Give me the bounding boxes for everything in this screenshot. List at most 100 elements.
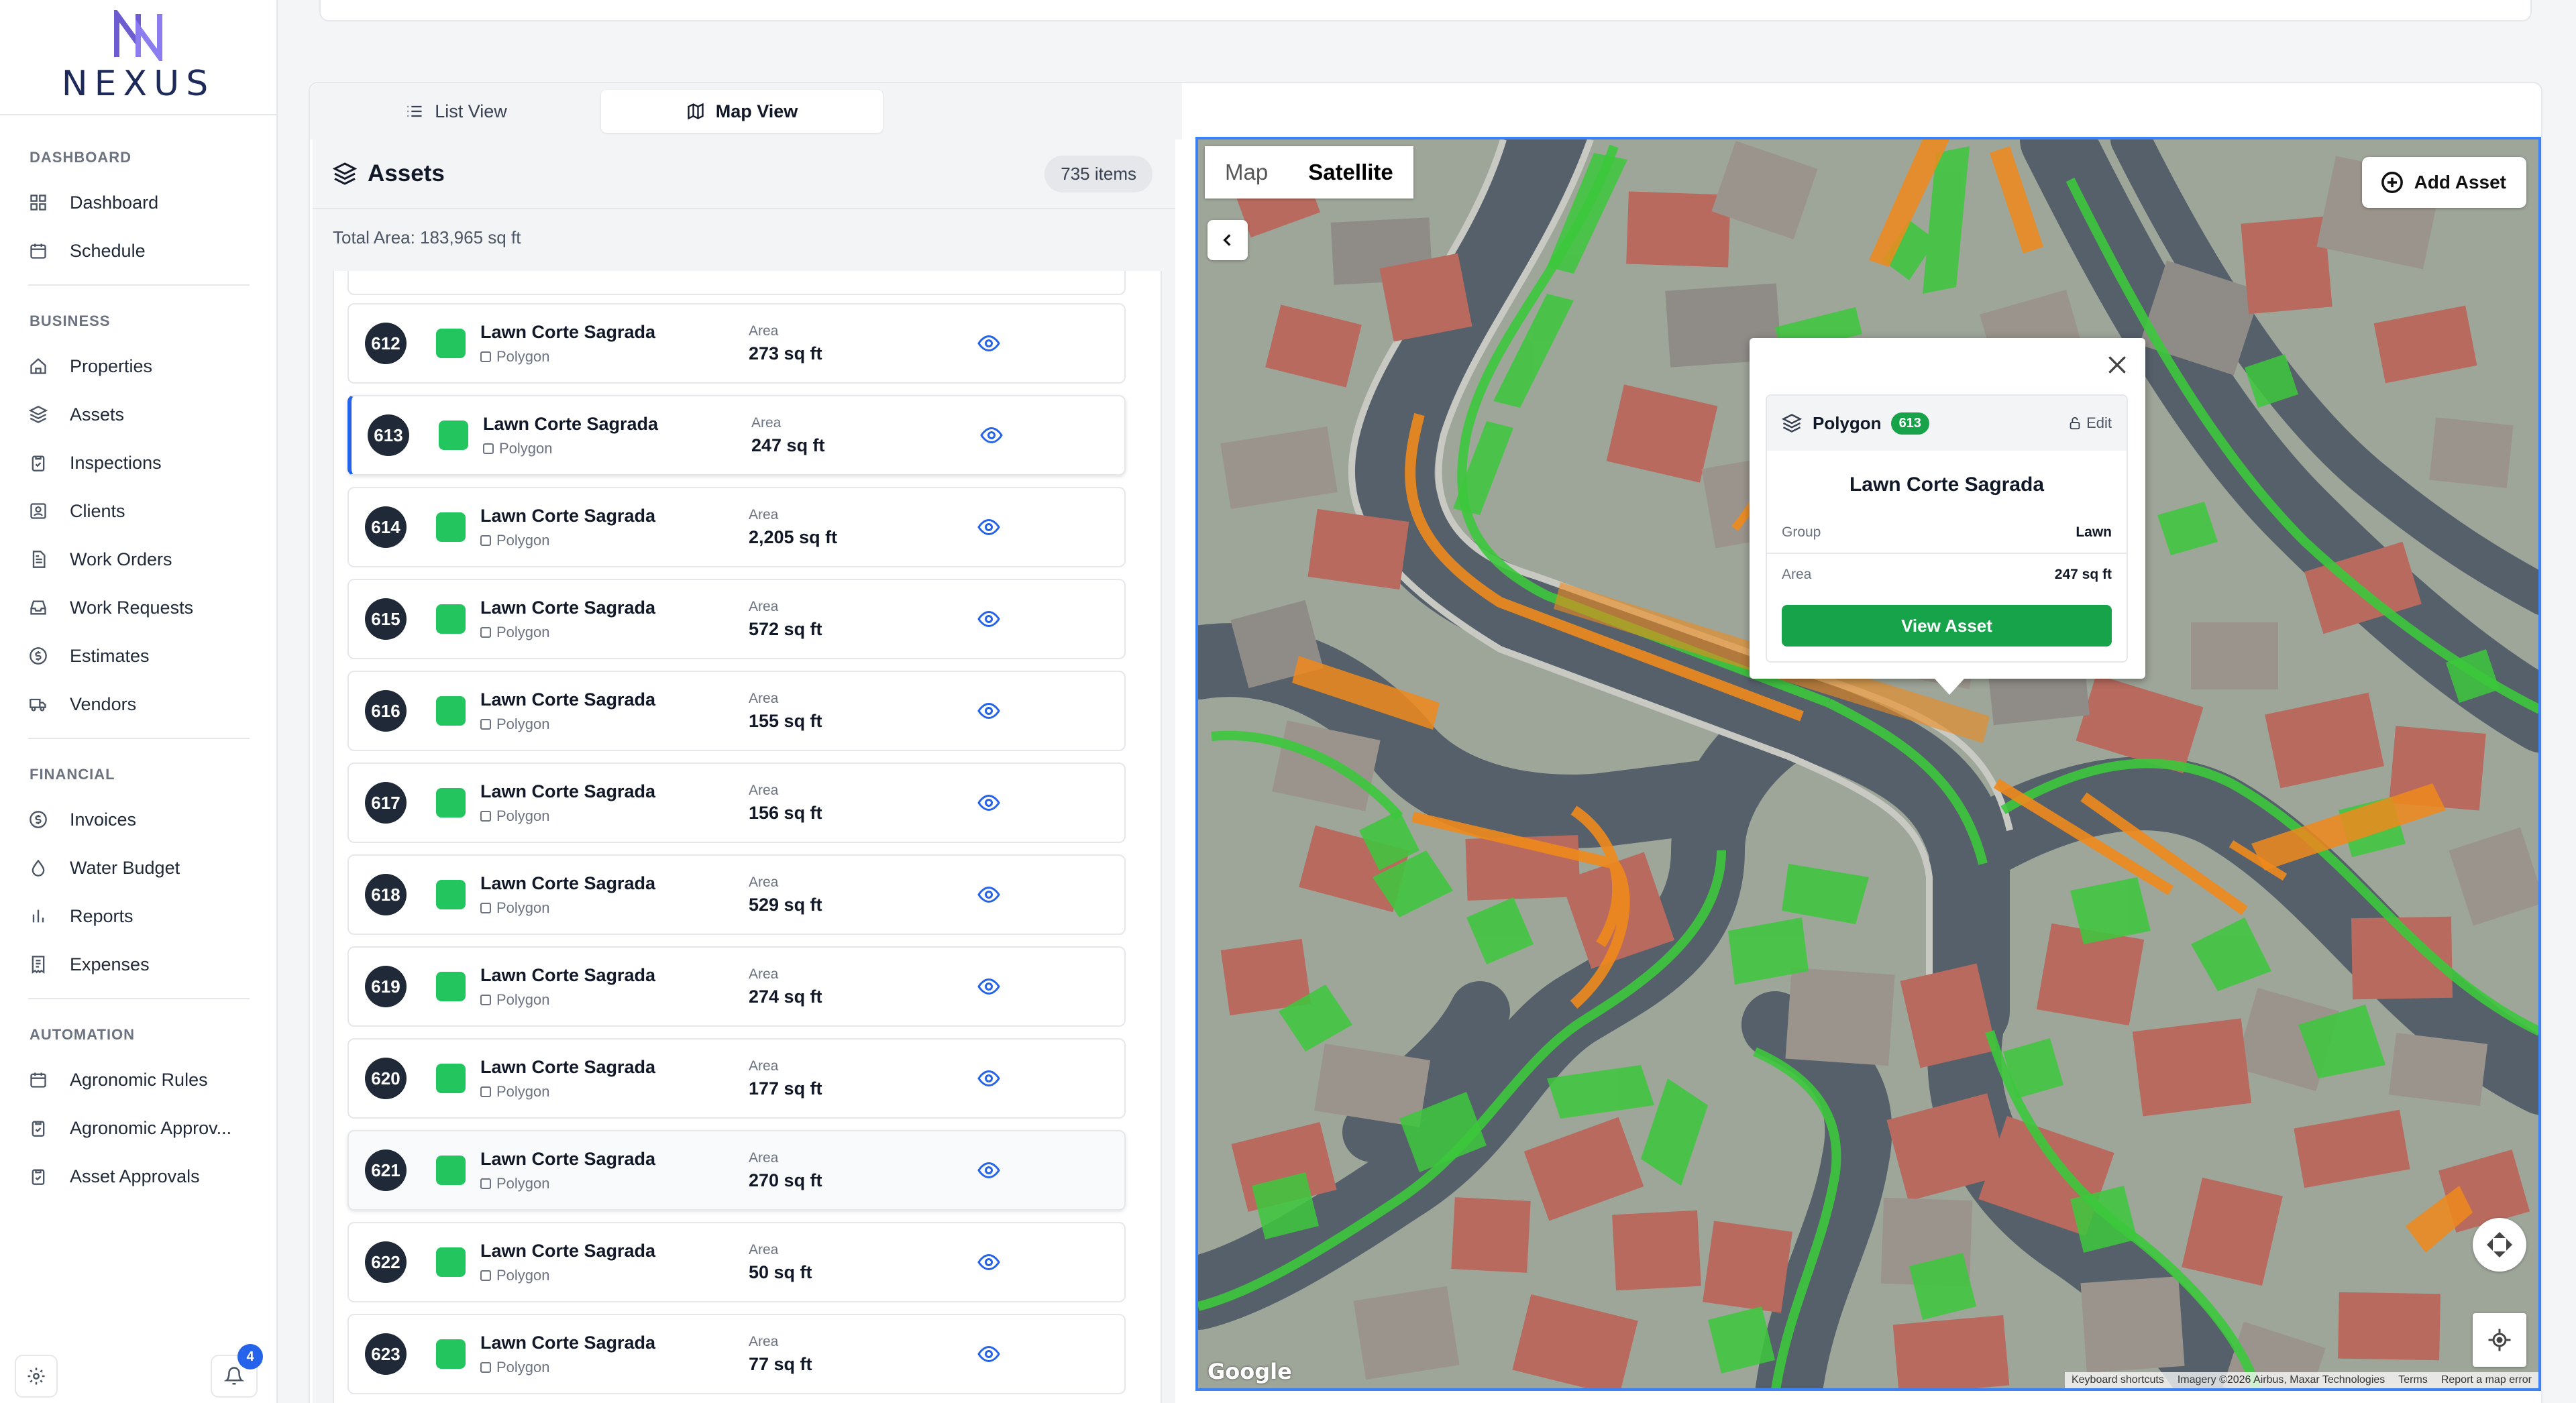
sidebar-item-properties[interactable]: Properties xyxy=(28,342,250,390)
tab-list-view[interactable]: List View xyxy=(315,90,597,133)
eye-icon[interactable] xyxy=(977,883,1001,907)
area-label: Area xyxy=(749,782,779,798)
area-value: 156 sq ft xyxy=(749,802,822,823)
report-error-link[interactable]: Report a map error xyxy=(2441,1374,2532,1386)
brand-logo[interactable]: NEXUS xyxy=(0,0,276,115)
sidebar-item-clients[interactable]: Clients xyxy=(28,487,250,535)
asset-name: Lawn Corte Sagrada xyxy=(480,689,656,710)
area-value: 177 sq ft xyxy=(749,1078,822,1099)
area-label: Area xyxy=(749,690,779,706)
satellite-map[interactable]: Map Satellite Add Asset Polygon 613 Edit… xyxy=(1195,137,2541,1391)
notifications-button[interactable]: 4 xyxy=(211,1344,263,1398)
sidebar-item-vendors[interactable]: Vendors xyxy=(28,680,250,728)
asset-color-swatch xyxy=(436,1339,466,1369)
area-value: 2,205 sq ft xyxy=(749,526,838,547)
map-type-map-button[interactable]: Map xyxy=(1205,146,1288,199)
eye-icon[interactable] xyxy=(977,331,1001,355)
list-item[interactable]: 615 Lawn Corte Sagrada Polygon Area 572 … xyxy=(347,579,1126,659)
eye-icon[interactable] xyxy=(977,515,1001,539)
area-value: 572 sq ft xyxy=(749,618,822,639)
area-label: Area xyxy=(749,506,779,522)
sidebar-item-label: Clients xyxy=(70,500,125,521)
section-title-automation: AUTOMATION xyxy=(30,1026,136,1043)
asset-color-swatch xyxy=(436,604,466,634)
list-item[interactable]: 613 Lawn Corte Sagrada Polygon Area 247 … xyxy=(347,395,1126,475)
assets-header: Assets 735 items xyxy=(313,139,1175,209)
eye-icon[interactable] xyxy=(977,1250,1001,1274)
eye-icon[interactable] xyxy=(979,423,1004,447)
list-item[interactable]: 622 Lawn Corte Sagrada Polygon Area 50 s… xyxy=(347,1222,1126,1302)
asset-info-header: Polygon 613 Edit xyxy=(1767,396,2127,451)
sidebar-item-work-requests[interactable]: Work Requests xyxy=(28,583,250,632)
keyboard-shortcuts-link[interactable]: Keyboard shortcuts xyxy=(2072,1374,2164,1386)
tab-map-view[interactable]: Map View xyxy=(601,90,883,133)
settings-button[interactable] xyxy=(15,1355,58,1398)
sidebar-item-asset-approvals[interactable]: Asset Approvals xyxy=(28,1152,250,1200)
sidebar-item-agronomic-approv[interactable]: Agronomic Approv... xyxy=(28,1104,250,1152)
eye-icon[interactable] xyxy=(977,1342,1001,1366)
list-item[interactable]: 612 Lawn Corte Sagrada Polygon Area 273 … xyxy=(347,303,1126,384)
polygon-icon xyxy=(480,994,491,1005)
asset-name: Lawn Corte Sagrada xyxy=(480,781,656,801)
eye-icon[interactable] xyxy=(977,791,1001,815)
map-type-satellite-button[interactable]: Satellite xyxy=(1288,146,1413,199)
list-item[interactable]: 618 Lawn Corte Sagrada Polygon Area 529 … xyxy=(347,854,1126,935)
asset-number: 619 xyxy=(365,966,407,1007)
section-title-dashboard: DASHBOARD xyxy=(30,149,131,166)
assets-list[interactable]: 612 Lawn Corte Sagrada Polygon Area 273 … xyxy=(333,271,1162,1403)
fullscreen-button[interactable] xyxy=(2473,1218,2526,1272)
bell-icon xyxy=(224,1367,244,1385)
sidebar-footer: 4 xyxy=(0,1336,276,1403)
sidebar-item-inspections[interactable]: Inspections xyxy=(28,439,250,487)
sidebar-item-invoices[interactable]: Invoices xyxy=(28,795,250,844)
sidebar-item-estimates[interactable]: Estimates xyxy=(28,632,250,680)
list-item[interactable] xyxy=(347,271,1126,295)
asset-type-label: Polygon xyxy=(496,899,550,916)
list-item[interactable]: 616 Lawn Corte Sagrada Polygon Area 155 … xyxy=(347,671,1126,751)
eye-icon[interactable] xyxy=(977,607,1001,631)
collapse-panel-button[interactable] xyxy=(1208,220,1248,260)
list-icon xyxy=(407,105,422,117)
sidebar-item-work-orders[interactable]: Work Orders xyxy=(28,535,250,583)
list-item[interactable]: 614 Lawn Corte Sagrada Polygon Area 2,20… xyxy=(347,487,1126,567)
asset-area-block: Area 177 sq ft xyxy=(749,1058,963,1099)
list-item[interactable]: 623 Lawn Corte Sagrada Polygon Area 77 s… xyxy=(347,1314,1126,1394)
asset-number: 620 xyxy=(365,1058,407,1099)
terms-link[interactable]: Terms xyxy=(2398,1374,2428,1386)
notification-count-badge: 4 xyxy=(237,1344,263,1369)
area-row: Area 247 sq ft xyxy=(1767,554,2127,596)
sidebar-item-agronomic-rules[interactable]: Agronomic Rules xyxy=(28,1056,250,1104)
add-asset-button[interactable]: Add Asset xyxy=(2361,157,2526,208)
sidebar-item-reports[interactable]: Reports xyxy=(28,892,250,940)
sidebar-item-expenses[interactable]: Expenses xyxy=(28,940,250,989)
assets-title-label: Assets xyxy=(368,160,445,186)
view-tabs: List View Map View xyxy=(310,83,1182,139)
asset-name: Lawn Corte Sagrada xyxy=(480,1240,656,1261)
sidebar-item-label: Agronomic Rules xyxy=(70,1069,208,1090)
view-asset-button[interactable]: View Asset xyxy=(1782,605,2112,647)
brand-name: NEXUS xyxy=(61,64,215,104)
my-location-button[interactable] xyxy=(2473,1313,2526,1367)
inbox-icon xyxy=(28,598,48,618)
house-roof xyxy=(1379,253,1472,342)
eye-icon[interactable] xyxy=(977,1158,1001,1182)
list-item[interactable]: 619 Lawn Corte Sagrada Polygon Area 274 … xyxy=(347,946,1126,1027)
sidebar-item-water-budget[interactable]: Water Budget xyxy=(28,844,250,892)
close-icon[interactable] xyxy=(2104,351,2131,378)
layers-icon xyxy=(1782,414,1802,433)
eye-icon[interactable] xyxy=(977,1066,1001,1090)
sidebar-item-assets[interactable]: Assets xyxy=(28,390,250,439)
sidebar-item-label: Properties xyxy=(70,355,153,376)
asset-area-block: Area 247 sq ft xyxy=(751,415,966,456)
list-item[interactable]: 620 Lawn Corte Sagrada Polygon Area 177 … xyxy=(347,1038,1126,1119)
sidebar-item-schedule[interactable]: Schedule xyxy=(28,227,250,275)
edit-button[interactable]: Edit xyxy=(2068,414,2112,432)
house-roof xyxy=(2191,622,2278,689)
eye-icon[interactable] xyxy=(977,974,1001,999)
asset-type-label: Polygon xyxy=(496,1174,550,1192)
eye-icon[interactable] xyxy=(977,699,1001,723)
sidebar-item-dashboard[interactable]: Dashboard xyxy=(28,178,250,227)
list-item[interactable]: 621 Lawn Corte Sagrada Polygon Area 270 … xyxy=(347,1130,1126,1211)
list-item[interactable]: 617 Lawn Corte Sagrada Polygon Area 156 … xyxy=(347,763,1126,843)
contact-icon xyxy=(28,501,48,521)
